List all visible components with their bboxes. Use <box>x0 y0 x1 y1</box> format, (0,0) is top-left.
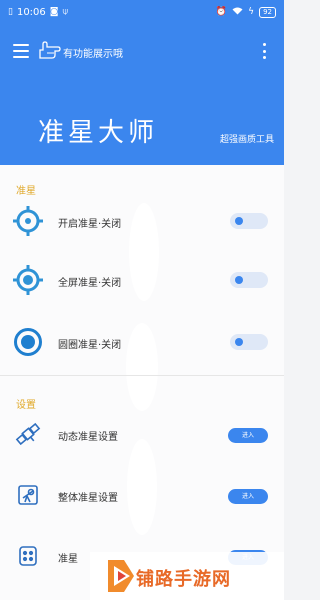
overall-crosshair-settings-row[interactable]: 整体准星设置 进入 <box>0 476 284 516</box>
circle-target-icon <box>14 328 42 356</box>
row-label: 准星 <box>58 554 78 565</box>
sim-icon: ▯ <box>8 6 13 17</box>
toolbar-title: 有功能展示哦 <box>63 49 123 60</box>
notification-icon: ◙ <box>49 6 59 17</box>
usb-icon: ⍦ <box>62 6 68 17</box>
gamepad-icon <box>19 546 37 566</box>
app-title: 准星大师 <box>38 118 159 148</box>
menu-icon[interactable] <box>13 44 29 58</box>
alarm-off-icon: ⏰ <box>215 6 228 17</box>
row-label: 动态准星设置 <box>58 432 118 443</box>
satellite-icon <box>15 422 41 446</box>
crosshair-ring-icon <box>13 206 43 236</box>
row-label: 整体准星设置 <box>58 493 118 504</box>
section-label-settings: 设置 <box>16 400 36 411</box>
telescope-icon <box>18 485 38 505</box>
watermark-text: 铺路手游网 <box>136 569 231 590</box>
enter-button[interactable]: 进入 <box>228 428 268 443</box>
toggle-switch[interactable] <box>230 213 268 229</box>
toggle-switch[interactable] <box>230 334 268 350</box>
battery-icon: 92 <box>259 6 276 18</box>
main-content: 准星 开启准星·关闭 全屏准星·关闭 圆圈准星·关闭 设置 动态准星设置 进入 … <box>0 165 284 600</box>
status-bar: ▯ 10:06 ◙ ⍦ ⏰ ϟ 92 <box>0 0 284 24</box>
section-divider <box>0 375 284 376</box>
charging-icon: ϟ <box>248 6 255 17</box>
toggle-switch[interactable] <box>230 272 268 288</box>
wifi-icon <box>232 7 243 18</box>
app-header: ▯ 10:06 ◙ ⍦ ⏰ ϟ 92 有功能展示哦 准星大师 超强画质工具 <box>0 0 284 165</box>
dynamic-crosshair-settings-row[interactable]: 动态准星设置 进入 <box>0 415 284 455</box>
row-label: 圆圈准星·关闭 <box>58 340 122 351</box>
more-options-icon[interactable] <box>262 43 266 59</box>
row-label: 全屏准星·关闭 <box>58 278 122 289</box>
enter-button[interactable]: 进入 <box>228 489 268 504</box>
toolbar: 有功能展示哦 <box>0 38 284 66</box>
row-label: 开启准星·关闭 <box>58 219 122 230</box>
circle-crosshair-row[interactable]: 圆圈准星·关闭 <box>0 323 284 363</box>
hand-pointer-icon <box>39 41 61 59</box>
fullscreen-crosshair-row[interactable]: 全屏准星·关闭 <box>0 261 284 301</box>
status-time: 10:06 <box>16 6 46 18</box>
crosshair-toggle-row[interactable]: 开启准星·关闭 <box>0 202 284 242</box>
section-label-crosshair: 准星 <box>16 186 36 197</box>
crosshair-dot-icon <box>13 265 43 295</box>
app-subtitle: 超强画质工具 <box>219 135 274 145</box>
